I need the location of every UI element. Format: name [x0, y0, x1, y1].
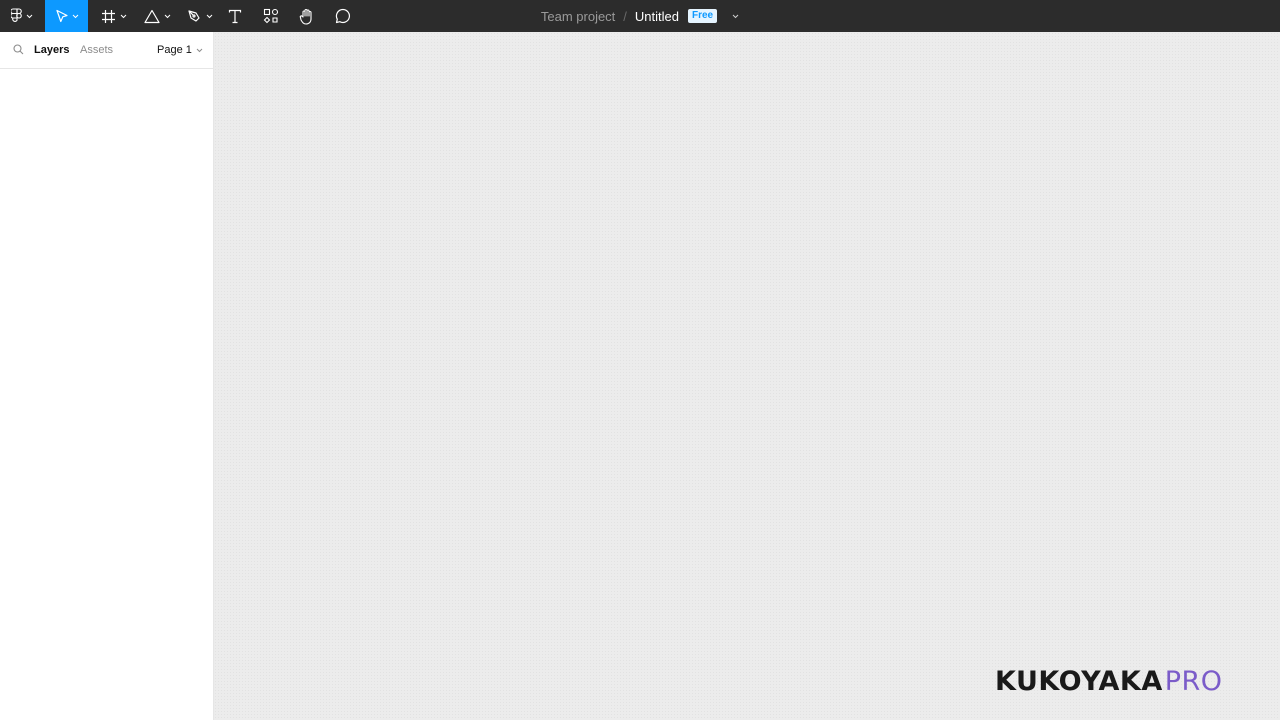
page-selector-label: Page 1	[157, 44, 192, 56]
file-menu-chevron-icon[interactable]	[732, 14, 739, 19]
project-name[interactable]: Team project	[541, 9, 615, 24]
frame-hash-icon	[101, 9, 116, 24]
watermark-main-text: KUKOYAKA	[995, 665, 1163, 697]
move-tool-button[interactable]	[45, 0, 88, 32]
left-panel: Layers Assets Page 1	[0, 32, 214, 720]
pen-tool-button[interactable]	[180, 0, 220, 32]
hand-tool-button[interactable]	[294, 0, 320, 32]
chevron-down-icon	[72, 14, 79, 19]
page-selector[interactable]: Page 1	[157, 44, 203, 56]
chevron-down-icon	[26, 14, 33, 19]
text-tool-button[interactable]	[222, 0, 248, 32]
chevron-down-icon	[206, 14, 213, 19]
text-icon	[228, 9, 242, 24]
canvas[interactable]	[214, 32, 1280, 720]
watermark-logo: KUKOYAKA PRO	[995, 664, 1223, 698]
move-arrow-icon	[55, 9, 69, 24]
plan-badge: Free	[688, 9, 718, 23]
comment-tool-button[interactable]	[330, 0, 356, 32]
file-name[interactable]: Untitled	[635, 9, 679, 24]
resources-icon	[263, 8, 279, 24]
resources-tool-button[interactable]	[258, 0, 284, 32]
chevron-down-icon	[164, 14, 171, 19]
shape-tool-button[interactable]	[137, 0, 177, 32]
hand-icon	[299, 8, 315, 25]
breadcrumb-separator: /	[623, 8, 627, 24]
figma-logo-icon	[11, 8, 23, 24]
tab-layers[interactable]: Layers	[34, 44, 69, 56]
triangle-icon	[143, 9, 160, 24]
watermark-suffix-text: PRO	[1164, 665, 1223, 697]
pen-icon	[187, 9, 202, 24]
search-icon[interactable]	[13, 44, 24, 58]
main-menu-button[interactable]	[0, 0, 44, 32]
tab-assets[interactable]: Assets	[80, 44, 113, 56]
chevron-down-icon	[120, 14, 127, 19]
chevron-down-icon	[192, 44, 203, 56]
frame-tool-button[interactable]	[94, 0, 134, 32]
comment-icon	[335, 8, 351, 24]
panel-header: Layers Assets Page 1	[0, 32, 213, 69]
toolbar: Team project / Untitled Free	[0, 0, 1280, 32]
